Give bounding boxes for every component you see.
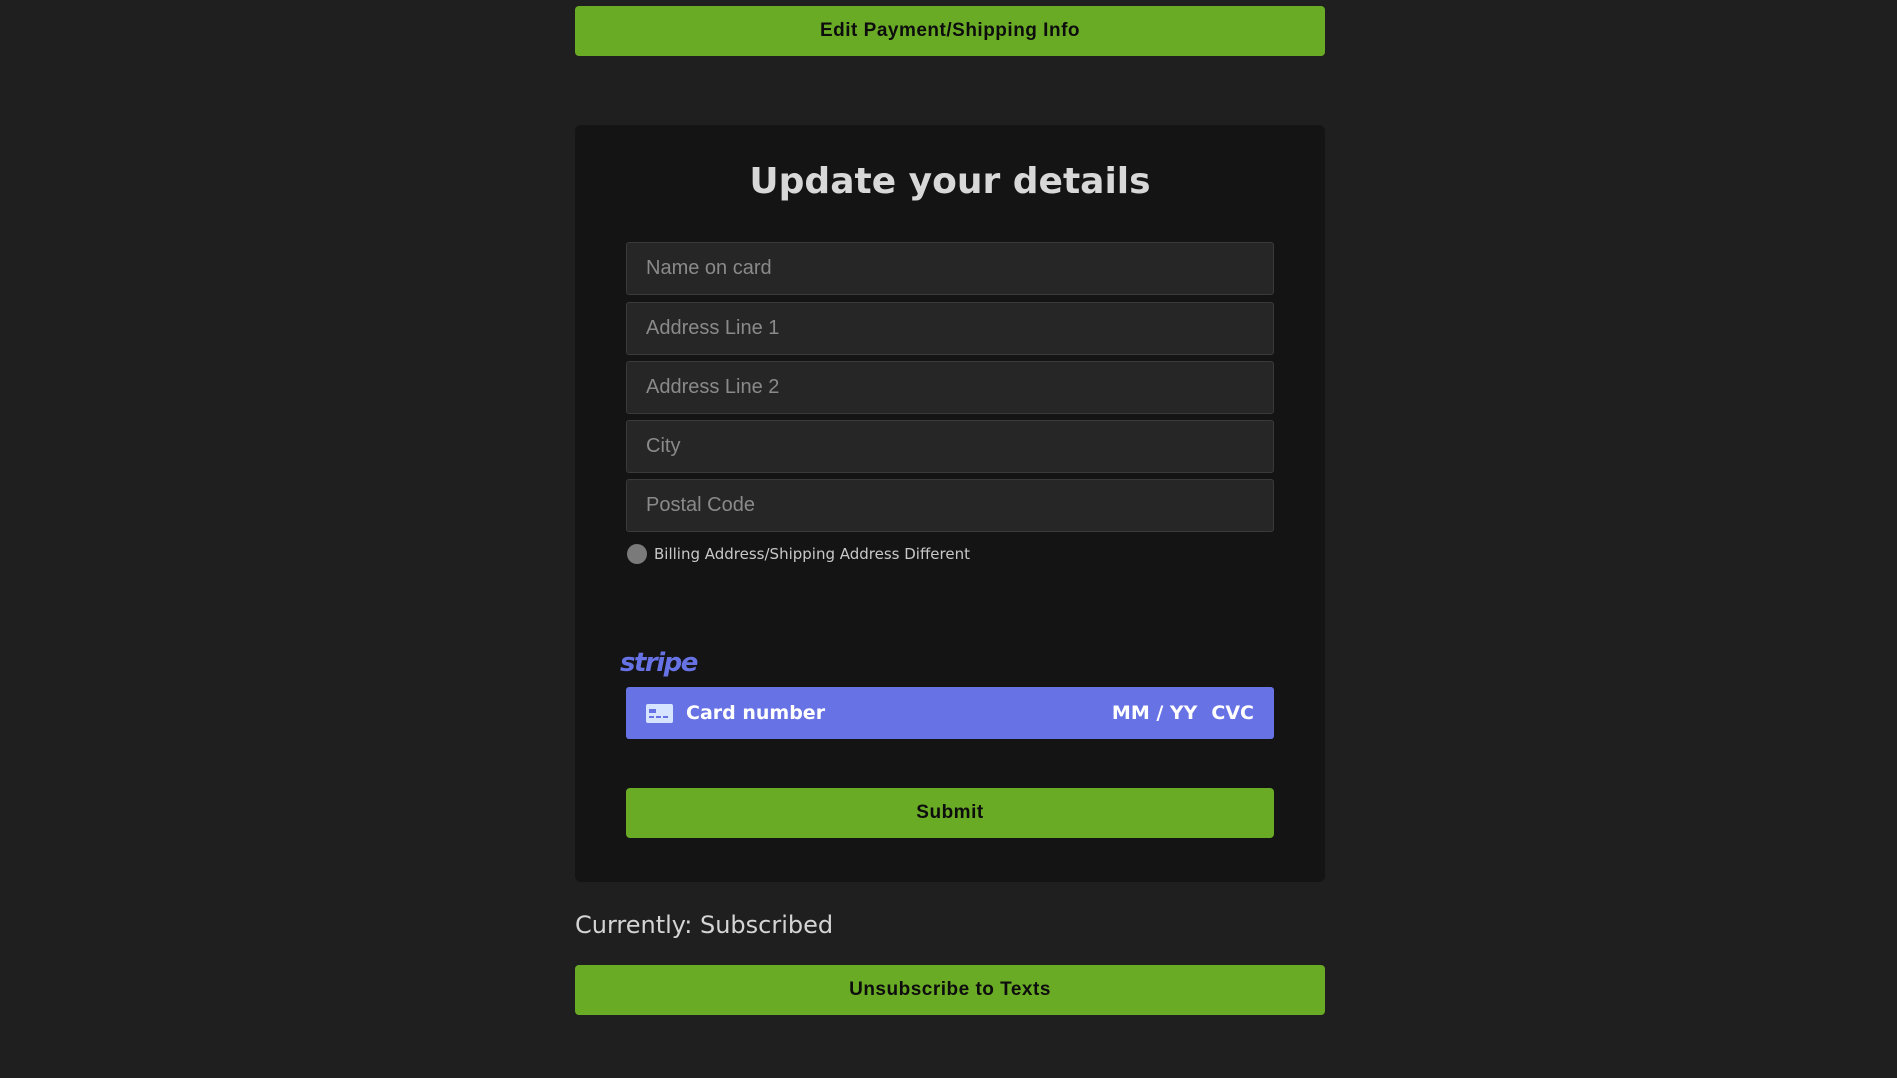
form-title: Update your details — [749, 161, 1151, 202]
address-line-1-input[interactable] — [626, 302, 1274, 355]
city-input[interactable] — [626, 420, 1274, 473]
edit-payment-shipping-button[interactable]: Edit Payment/Shipping Info — [575, 6, 1325, 56]
stripe-logo: stripe — [620, 648, 698, 678]
credit-card-icon — [646, 703, 673, 723]
subscription-status: Currently: Subscribed — [575, 911, 834, 939]
card-expiry-field[interactable]: MM / YY — [1112, 702, 1198, 724]
card-number-field[interactable]: Card number — [686, 702, 1112, 724]
stripe-card-input[interactable]: Card number MM / YY CVC — [626, 687, 1274, 739]
toggle-indicator-icon[interactable] — [627, 544, 647, 564]
name-on-card-input[interactable] — [626, 242, 1274, 295]
address-line-2-input[interactable] — [626, 361, 1274, 414]
card-cvc-field[interactable]: CVC — [1211, 702, 1254, 724]
billing-address-toggle[interactable]: Billing Address/Shipping Address Differe… — [627, 543, 970, 565]
billing-toggle-label: Billing Address/Shipping Address Differe… — [654, 545, 970, 563]
unsubscribe-texts-button[interactable]: Unsubscribe to Texts — [575, 965, 1325, 1015]
postal-code-input[interactable] — [626, 479, 1274, 532]
submit-button[interactable]: Submit — [626, 788, 1274, 838]
